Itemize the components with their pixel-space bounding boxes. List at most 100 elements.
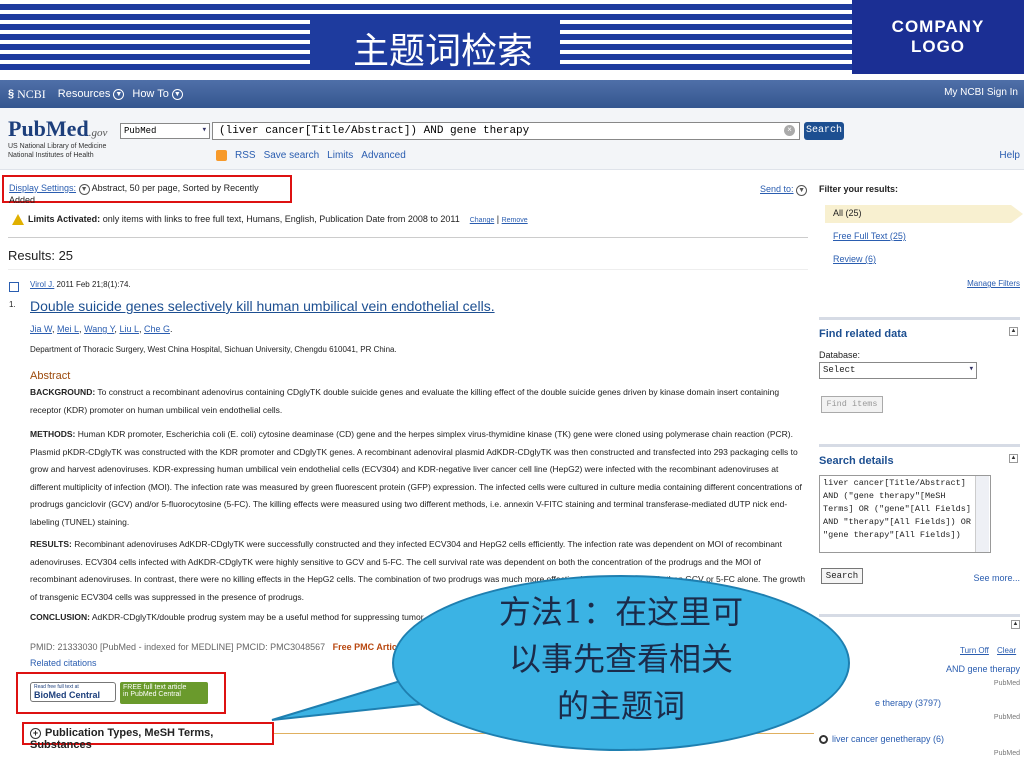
journal-citation: Virol J. 2011 Feb 21;8(1):74. [30,280,131,289]
biomed-line-2: BioMed Central [34,690,101,700]
result-checkbox[interactable] [9,282,19,292]
recent-search-source: PubMed [993,680,1020,687]
journal-link[interactable]: Virol J. [30,280,54,289]
limits-link[interactable]: Limits [327,150,353,161]
limits-remove-link[interactable]: Remove [502,217,528,224]
chevron-down-icon: ▼ [796,185,808,196]
company-logo: COMPANY LOGO [852,0,1024,74]
author-link[interactable]: Mei L [57,324,79,334]
scrollbar[interactable] [975,476,989,552]
recent-search-item[interactable]: e therapy (3797) [875,698,941,708]
abstract-heading: Abstract [30,370,71,382]
pubmed-header: PubMed.gov US National Library of Medici… [0,108,1024,170]
ncbi-logo-icon: § [8,88,15,100]
biomed-central-button[interactable]: Read free full text at BioMed Central [30,682,116,702]
advanced-link[interactable]: Advanced [361,150,405,161]
my-ncbi-link[interactable]: My NCBI [944,87,984,98]
rss-icon [216,150,227,161]
clear-icon[interactable]: × [784,125,795,136]
pubmed-logo-suffix: .gov [88,127,108,139]
nih-line: National Institutes of Health [8,152,94,159]
methods-text: Human KDR promoter, Escherichia coli (E.… [30,429,802,527]
nlm-subtitle: US National Library of Medicine National … [8,142,106,160]
journal-date: 2011 Feb 21;8(1):74. [56,280,131,289]
logo-line-1: COMPANY [891,17,985,36]
affiliation: Department of Thoracic Surgery, West Chi… [30,345,397,354]
search-links: RSS Save search Limits Advanced [216,150,406,161]
collapse-icon[interactable]: ▲ [1009,454,1018,463]
related-database-value: Select [823,365,856,375]
logo-line-2: LOGO [910,37,966,56]
search-query: (liver cancer[Title/Abstract]) AND gene … [219,125,530,137]
find-related-heading: Find related data ▲ [819,317,1020,340]
rss-link[interactable]: RSS [235,150,256,161]
howto-menu[interactable]: How To ▼ [132,88,183,100]
slide-header: 主题词检索 COMPANY LOGO [0,0,1024,78]
database-select-value: PubMed [124,126,157,136]
related-citations-link[interactable]: Related citations [30,658,97,668]
ncbi-brand: NCBI [17,86,46,101]
recent-search-source: PubMed [993,750,1020,757]
display-settings-link[interactable]: Display Settings: [9,183,76,193]
recent-search-text: liver cancer genetherapy (6) [832,734,945,744]
turn-off-link[interactable]: Turn Off [960,646,989,655]
recent-search-item[interactable]: AND gene therapy [946,664,1020,674]
pmid-text: PMID: 21333030 [PubMed - indexed for MED… [30,642,326,652]
pubmed-logo[interactable]: PubMed.gov [8,116,107,142]
search-details-textarea[interactable]: liver cancer[Title/Abstract] AND ("gene … [819,475,991,553]
collapse-icon[interactable]: ▲ [1009,327,1018,336]
pubmed-logo-text: PubMed [8,116,89,141]
expand-icon: + [30,728,41,739]
result-number: 1. [9,300,16,309]
callout-line-2: 以事先查看相关 [508,640,733,678]
recent-search-item[interactable]: liver cancer genetherapy (6) [819,734,945,745]
clear-link[interactable]: Clear [997,646,1016,655]
help-link[interactable]: Help [999,150,1020,161]
pmc-full-text-button[interactable]: FREE full text article in PubMed Central [120,682,208,704]
send-to-menu[interactable]: Send to: ▼ [760,184,808,196]
resources-menu[interactable]: Resources ▼ [58,88,125,100]
search-icon [819,735,828,745]
sign-in-link[interactable]: Sign In [987,87,1018,98]
collapse-icon[interactable]: ▲ [1011,620,1020,629]
pmc-line-2: in PubMed Central [123,691,181,698]
author-link[interactable]: Liu L [119,324,139,334]
conclusion-text: AdKDR-CDglyTK/double prodrug system may … [91,612,424,622]
chevron-down-icon: ▾ [201,125,207,135]
nlm-line: US National Library of Medicine [8,143,107,150]
search-input[interactable]: (liver cancer[Title/Abstract]) AND gene … [212,122,800,140]
details-search-button[interactable]: Search [821,568,863,584]
author-link[interactable]: Jia W [30,324,52,334]
manage-filters-link[interactable]: Manage Filters [967,279,1020,288]
callout-line-1: 方法1：在这里可 [498,593,744,631]
author-link[interactable]: Wang Y [84,324,114,334]
resources-label: Resources [57,88,111,100]
related-database-select[interactable]: Select ▾ [819,362,977,379]
callout-line-3: 的主题词 [556,687,685,725]
save-search-link[interactable]: Save search [264,150,320,161]
ncbi-top-bar: § NCBI Resources ▼ How To ▼ My NCBI Sign In [0,80,1024,108]
see-more-link[interactable]: See more... [973,573,1020,583]
publication-types-toggle[interactable]: + Publication Types, MeSH Terms, Substanc… [22,722,274,751]
limits-text: only items with links to free full text,… [102,214,460,224]
database-label: Database: [819,350,861,360]
author-link[interactable]: Che G [144,324,170,334]
header-stripe [0,4,852,10]
limits-label: Limits Activated: [28,214,101,224]
filter-review[interactable]: Review (6) [833,254,876,264]
display-settings[interactable]: Display Settings: ▼ Abstract, 50 per pag… [2,175,292,205]
publication-types-label: Publication Types, MeSH Terms, Substance… [30,727,214,751]
search-button[interactable]: Search [804,122,844,140]
howto-label: How To [132,88,169,100]
article-title-link[interactable]: Double suicide genes selectively kill hu… [30,298,495,314]
find-items-button[interactable]: Find items [821,396,883,413]
background-text: To construct a recombinant adenovirus co… [30,387,780,415]
results-label: RESULTS: [30,539,72,549]
filter-free-full-text[interactable]: Free Full Text (25) [833,231,906,241]
limits-change-link[interactable]: Change [470,217,495,224]
database-select[interactable]: PubMed ▾ [120,123,210,139]
chevron-down-icon: ▼ [113,88,125,100]
ncbi-home-link[interactable]: § NCBI [8,87,46,102]
chevron-down-icon: ▼ [78,184,90,195]
filter-all[interactable]: All (25) [825,205,1023,223]
